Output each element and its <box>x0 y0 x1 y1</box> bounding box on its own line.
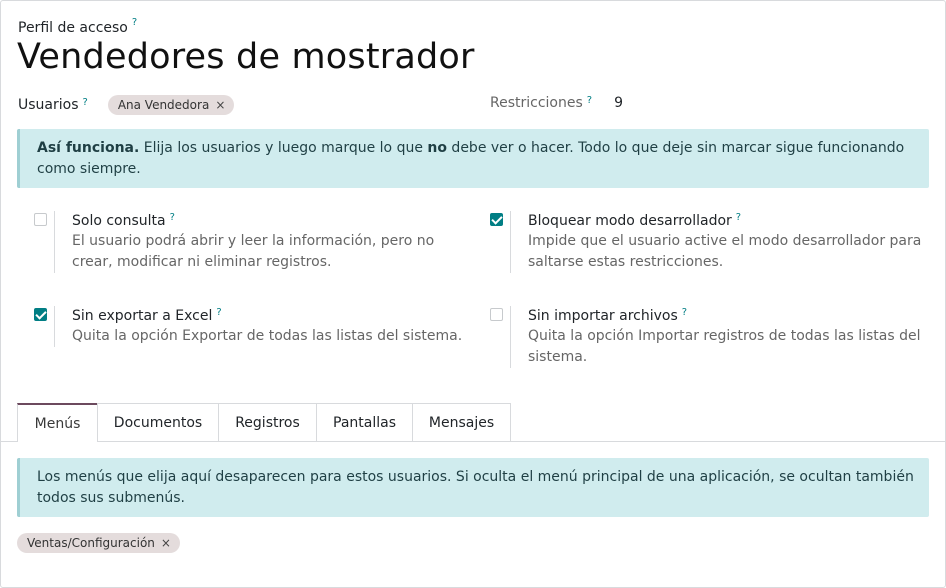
option-title-text: Solo consulta <box>72 213 166 229</box>
option-title: Bloquear modo desarrollador? <box>528 211 928 231</box>
tab-screens[interactable]: Pantallas <box>316 403 413 441</box>
users-field: Usuarios? Ana Vendedora × <box>18 95 235 115</box>
tab-messages[interactable]: Mensajes <box>412 403 511 441</box>
alert-text: Elija los usuarios y luego marque lo que <box>139 140 428 156</box>
checkbox-read-only[interactable] <box>34 213 47 226</box>
checkbox-no-export[interactable] <box>34 308 47 321</box>
option-title-text: Bloquear modo desarrollador <box>528 213 732 229</box>
form-subtitle: Perfil de acceso? <box>18 17 137 36</box>
page-title[interactable]: Vendedores de mostrador <box>17 37 475 77</box>
subtitle-label: Perfil de acceso <box>18 20 128 36</box>
menus-info-alert: Los menús que elija aquí desaparecen par… <box>17 458 929 517</box>
tab-documents[interactable]: Documentos <box>97 403 219 441</box>
menu-tag-label: Ventas/Configuración <box>27 536 155 550</box>
option-body: Sin exportar a Excel? Quita la opción Ex… <box>54 306 472 347</box>
help-icon[interactable]: ? <box>587 95 592 106</box>
option-description: El usuario podrá abrir y leer la informa… <box>72 233 435 270</box>
option-title-text: Sin importar archivos <box>528 308 678 324</box>
checkbox-block-dev-mode[interactable] <box>490 213 503 226</box>
option-title: Solo consulta? <box>72 211 472 231</box>
notebook-tabs: Menús Documentos Registros Pantallas Men… <box>1 403 945 442</box>
option-description: Quita la opción Exportar de todas las li… <box>72 328 463 344</box>
alert-bold-lead: Así funciona. <box>37 140 140 156</box>
help-icon[interactable]: ? <box>682 307 687 318</box>
user-tag[interactable]: Ana Vendedora × <box>107 95 235 115</box>
form-sheet: Perfil de acceso? Vendedores de mostrado… <box>0 0 946 588</box>
option-title: Sin importar archivos? <box>528 306 928 326</box>
remove-tag-icon[interactable]: × <box>215 98 225 112</box>
restrictions-count: 9 <box>614 95 624 111</box>
help-icon[interactable]: ? <box>216 307 221 318</box>
option-description: Impide que el usuario active el modo des… <box>528 233 922 270</box>
option-title-text: Sin exportar a Excel <box>72 308 213 324</box>
help-icon[interactable]: ? <box>83 97 88 108</box>
users-label: Usuarios <box>18 97 79 113</box>
help-icon[interactable]: ? <box>132 17 137 28</box>
remove-tag-icon[interactable]: × <box>161 536 171 550</box>
tab-menus[interactable]: Menús <box>17 403 98 442</box>
option-description: Quita la opción Importar registros de to… <box>528 328 921 365</box>
checkbox-no-import[interactable] <box>490 308 503 321</box>
help-icon[interactable]: ? <box>170 212 175 223</box>
restrictions-field: Restricciones? 9 <box>490 95 624 112</box>
help-icon[interactable]: ? <box>736 212 741 223</box>
alert-bold-word: no <box>427 140 447 156</box>
option-body: Bloquear modo desarrollador? Impide que … <box>510 211 928 273</box>
restrictions-label: Restricciones <box>490 95 583 111</box>
intro-alert: Así funciona. Elija los usuarios y luego… <box>17 129 929 188</box>
menu-tag[interactable]: Ventas/Configuración × <box>17 533 180 553</box>
option-body: Solo consulta? El usuario podrá abrir y … <box>54 211 472 273</box>
tab-records[interactable]: Registros <box>218 403 317 441</box>
option-body: Sin importar archivos? Quita la opción I… <box>510 306 928 368</box>
user-tag-label: Ana Vendedora <box>117 98 210 112</box>
option-title: Sin exportar a Excel? <box>72 306 472 326</box>
